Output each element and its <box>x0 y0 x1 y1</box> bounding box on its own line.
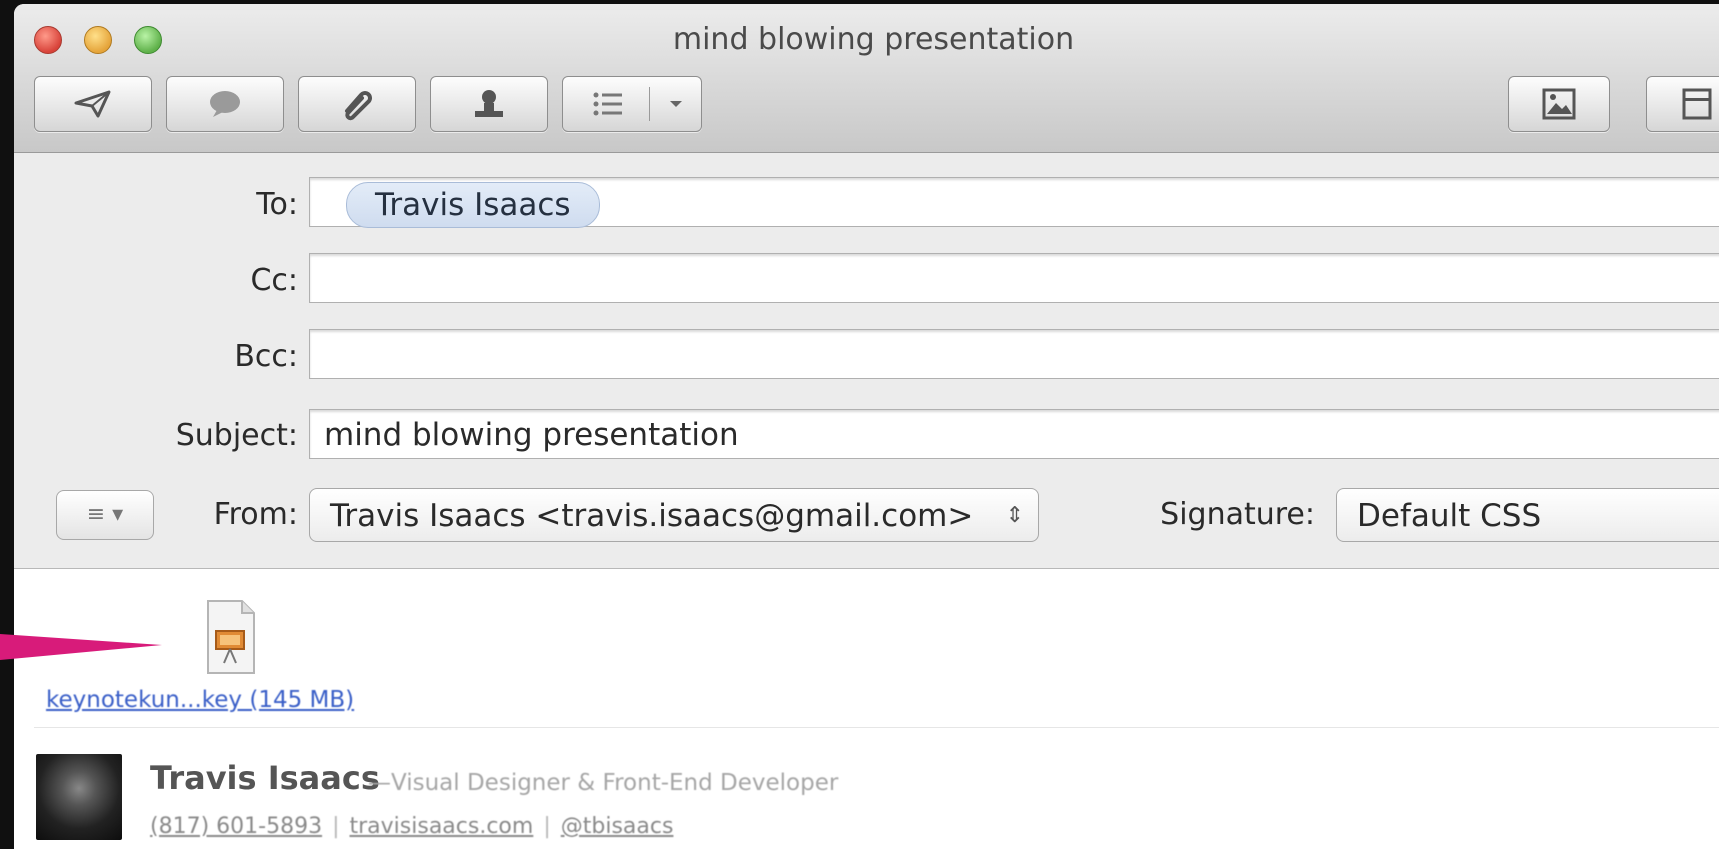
avatar <box>36 754 122 840</box>
header-options-menu[interactable]: ≡ ▾ <box>56 490 154 540</box>
stationery-icon <box>1682 88 1712 120</box>
signature-twitter-link[interactable]: @tbisaacs <box>561 814 674 839</box>
signature-links: (817) 601-5893 | travisisaacs.com | @tbisaac… <box>150 814 673 839</box>
bcc-label: Bcc: <box>234 339 298 374</box>
photo-browser-button[interactable] <box>1508 76 1610 132</box>
signature-name: Travis Isaacs <box>150 759 380 797</box>
keynote-file-icon[interactable] <box>204 597 258 677</box>
signature-divider <box>34 727 1719 728</box>
cc-field[interactable] <box>309 253 1719 303</box>
signature-role: —Visual Designer & Front-End Developer <box>368 770 839 796</box>
attach-button[interactable] <box>298 76 416 132</box>
attachment-link[interactable]: keynotekun...key (145 MB) <box>46 687 354 713</box>
paperclip-icon <box>345 91 372 121</box>
window-title: mind blowing presentation <box>672 22 1075 57</box>
separator: | <box>543 814 551 839</box>
bcc-field[interactable] <box>309 329 1719 379</box>
address-button[interactable] <box>430 76 548 132</box>
signature-phone-link[interactable]: (817) 601-5893 <box>150 814 322 839</box>
paper-plane-icon <box>74 90 111 118</box>
chevron-down-icon <box>670 101 682 107</box>
person-icon <box>475 90 503 117</box>
signature-website-link[interactable]: travisisaacs.com <box>350 814 534 839</box>
send-button[interactable] <box>34 76 152 132</box>
list-icon <box>593 92 622 116</box>
signature-label: Signature: <box>1160 497 1315 532</box>
separator: | <box>332 814 340 839</box>
format-list-button[interactable] <box>562 76 702 132</box>
annotation-arrow <box>0 634 162 660</box>
stationery-button[interactable] <box>1646 76 1719 132</box>
compose-window: mind blowing presentation To: Travis Isa… <box>14 4 1719 849</box>
button-divider <box>649 87 650 121</box>
recipient-token[interactable]: Travis Isaacs <box>346 182 600 228</box>
from-select[interactable]: Travis Isaacs <travis.isaacs@gmail.com> … <box>309 488 1039 542</box>
subject-label: Subject: <box>175 418 298 453</box>
cc-label: Cc: <box>250 263 298 298</box>
speech-bubble-icon <box>210 91 240 117</box>
subject-field[interactable]: mind blowing presentation <box>309 409 1719 459</box>
from-value: Travis Isaacs <travis.isaacs@gmail.com> <box>330 498 974 534</box>
signature-value: Default CSS <box>1357 498 1542 534</box>
title-bar: mind blowing presentation <box>14 4 1719 153</box>
to-label: To: <box>256 187 298 222</box>
photo-browser-icon <box>1542 88 1576 120</box>
signature-select[interactable]: Default CSS ⇕ <box>1336 488 1719 542</box>
reply-button[interactable] <box>166 76 284 132</box>
from-label: From: <box>213 497 298 532</box>
select-arrows-icon: ⇕ <box>1005 503 1024 528</box>
select-arrows-icon: ⇕ <box>1716 489 1719 543</box>
